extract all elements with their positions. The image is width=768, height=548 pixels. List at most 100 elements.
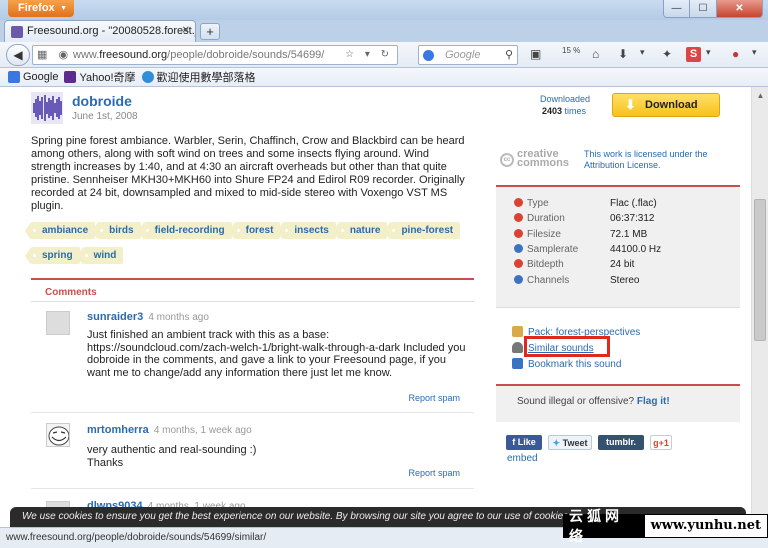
url-host: freesound.org: [99, 49, 168, 61]
sound-author-link[interactable]: dobroide: [72, 93, 132, 109]
new-tab-button[interactable]: +: [200, 23, 220, 40]
flag-it-link[interactable]: Flag it!: [637, 396, 670, 407]
sound-date: June 1st, 2008: [72, 111, 138, 122]
tag-nature[interactable]: nature: [332, 222, 388, 240]
info-label: Channels: [527, 274, 570, 286]
tag-wind[interactable]: wind: [76, 247, 124, 265]
search-icon[interactable]: ⚲: [505, 48, 513, 61]
tag-field-recording[interactable]: field-recording: [137, 222, 232, 240]
facebook-icon: f: [512, 437, 516, 447]
creative-commons-logo[interactable]: cc creative commons: [500, 149, 572, 170]
window-controls: — ☐ ✕: [663, 0, 763, 18]
comment-time: 4 months, 1 week ago: [153, 425, 252, 436]
report-spam-link[interactable]: Report spam: [408, 468, 460, 478]
facebook-like-button[interactable]: f Like: [506, 435, 542, 450]
home-icon[interactable]: ⌂: [592, 47, 599, 61]
bookmark-google[interactable]: Google: [8, 71, 58, 83]
report-spam-link[interactable]: Report spam: [408, 393, 460, 403]
comments-title: Comments: [45, 287, 97, 298]
bookmark-label: Google: [23, 71, 59, 83]
license-link[interactable]: This work is licensed under the Attribut…: [584, 149, 714, 171]
info-bullet-icon: [514, 259, 523, 269]
bookmarks-bar: Google Yahoo!奇摩 歡迎使用數學部落格: [0, 68, 768, 87]
comment-author-name[interactable]: sunraider3: [87, 311, 143, 323]
cc-icon: cc: [500, 153, 514, 167]
maximize-icon[interactable]: ☐: [690, 0, 717, 18]
headphones-icon: [512, 342, 523, 353]
bookmark-math-blog[interactable]: 歡迎使用數學部落格: [141, 69, 256, 85]
close-window-icon[interactable]: ✕: [717, 0, 763, 18]
tab-close-icon[interactable]: ✕: [182, 25, 190, 36]
downloaded-count: 2403 times: [542, 106, 586, 116]
tag-pine-forest[interactable]: pine-forest: [384, 222, 461, 240]
chevron-down-icon[interactable]: ▾: [706, 47, 711, 58]
download-arrow-icon: ⬇: [625, 97, 636, 112]
info-value: 44100.0 Hz: [610, 243, 662, 255]
tag-spring[interactable]: spring: [25, 247, 80, 265]
blog-icon: [141, 71, 154, 83]
bookmark-yahoo[interactable]: Yahoo!奇摩: [64, 69, 136, 85]
s-addon-icon[interactable]: S: [686, 47, 701, 62]
avatar[interactable]: [46, 311, 70, 335]
puzzle-icon[interactable]: ✦: [662, 47, 672, 61]
tumblr-button[interactable]: tumblr.: [598, 435, 644, 450]
flag-text: Sound illegal or offensive?: [517, 396, 635, 407]
scroll-up-icon[interactable]: ▲: [752, 87, 768, 104]
comment-item: sunraider3 4 months ago Just finished an…: [31, 302, 474, 413]
download-button-label: Download: [645, 99, 698, 111]
tag-forest[interactable]: forest: [228, 222, 281, 240]
chevron-down-icon[interactable]: ▾: [640, 47, 645, 58]
chevron-down-icon[interactable]: ▾: [752, 47, 757, 58]
download-arrow-icon[interactable]: ⬇: [618, 47, 628, 61]
google-engine-icon[interactable]: [423, 50, 434, 61]
info-bullet-icon: [514, 274, 523, 284]
tool-percent-label[interactable]: 15 %: [562, 46, 580, 55]
tweet-button[interactable]: ✦ Tweet: [548, 435, 592, 450]
download-count-number: 2403: [542, 106, 563, 116]
yunhu-watermark: 云狐网络 www.yunhu.net: [563, 509, 768, 545]
share-box: f Like ✦ Tweet tumblr. g+1 embed: [496, 424, 740, 464]
comment-author[interactable]: mrtomherra 4 months, 1 week ago: [87, 424, 252, 436]
bookmark-link-label: Bookmark this sound: [528, 359, 622, 370]
url-prefix: www.: [73, 49, 100, 61]
info-bullet-icon: [514, 228, 523, 238]
flag-box: Sound illegal or offensive? Flag it!: [496, 384, 740, 422]
url-path: /people/dobroide/sounds/54699/: [167, 49, 325, 61]
tag-ambiance[interactable]: ambiance: [24, 222, 96, 240]
firefox-menu-button[interactable]: Firefox ▼: [8, 0, 74, 17]
scroll-thumb[interactable]: [754, 199, 766, 341]
bookmark-sound-link[interactable]: Bookmark this sound: [512, 358, 621, 370]
reload-icon[interactable]: ☆ ▾ ↻: [345, 49, 393, 60]
comment-author-name[interactable]: mrtomherra: [87, 424, 149, 436]
vertical-scrollbar[interactable]: ▲: [751, 87, 768, 527]
avatar[interactable]: [46, 423, 70, 447]
bookmarks-menu-icon[interactable]: ▣: [530, 47, 541, 61]
info-value: 06:37:312: [610, 213, 655, 225]
sound-sidebar: Downloaded 2403 times ⬇ Download cc creat…: [496, 87, 748, 527]
download-button[interactable]: ⬇ Download: [612, 93, 720, 117]
tag-birds[interactable]: birds: [92, 222, 141, 240]
info-value: 24 bit: [610, 259, 635, 271]
tab-bar: Freesound.org - "20080528.forest.jet.f..…: [0, 20, 768, 42]
url-bar[interactable]: ▦ ◉ www.freesound.org/people/dobroide/so…: [32, 45, 398, 65]
addon-icon[interactable]: ●: [732, 47, 739, 61]
comment-author[interactable]: sunraider3 4 months ago: [87, 311, 209, 323]
embed-link[interactable]: embed: [507, 453, 538, 464]
comment-text: very authentic and real-sounding :) Than…: [87, 444, 257, 469]
tag-insects[interactable]: insects: [277, 222, 336, 240]
back-button[interactable]: ◀: [6, 44, 30, 66]
twitter-icon: ✦: [552, 438, 561, 448]
info-row-duration: Duration: [514, 213, 565, 224]
user-avatar-waveform[interactable]: [31, 92, 63, 124]
info-row-type: Type: [514, 198, 549, 209]
google-plus-button[interactable]: g+1: [650, 435, 672, 450]
title-bar: Firefox ▼ — ☐ ✕: [0, 0, 768, 20]
info-row-channels: Channels: [514, 274, 570, 286]
search-bar[interactable]: Google ⚲: [418, 45, 518, 65]
search-placeholder: Google: [445, 49, 481, 61]
browser-tab[interactable]: Freesound.org - "20080528.forest.jet.f..…: [4, 20, 196, 42]
minimize-icon[interactable]: —: [663, 0, 690, 18]
site-identity-icon[interactable]: ▦ ◉: [37, 48, 72, 61]
comment-time: 4 months ago: [148, 312, 209, 323]
comments-section: Comments sunraider3 4 months ago Just fi…: [31, 278, 474, 527]
